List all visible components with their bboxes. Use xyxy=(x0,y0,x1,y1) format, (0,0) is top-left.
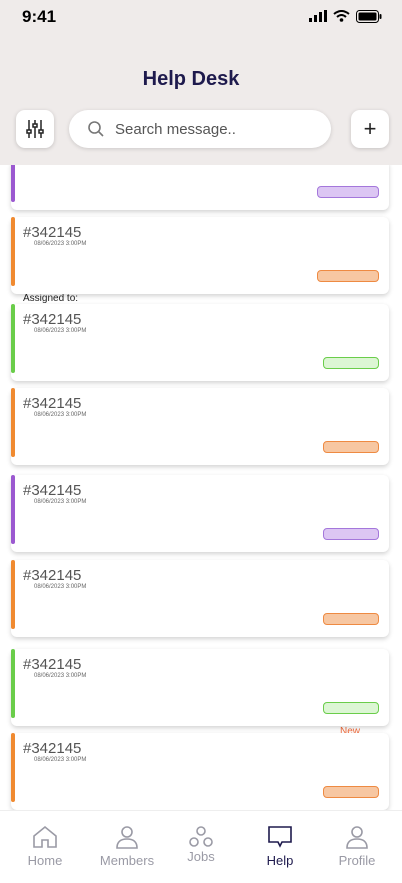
ticket-date: 08/06/2023 3:00PM xyxy=(34,673,87,679)
ticket-id: #342145 xyxy=(23,395,82,412)
ticket-list[interactable]: Assigned to: New #342145 08/06/2023 3:00… xyxy=(0,165,402,810)
nav-label: Members xyxy=(99,853,155,868)
user-icon xyxy=(116,826,138,849)
bottom-nav: Home Members Jobs Help Profile xyxy=(0,810,402,883)
ticket-card[interactable]: #342145 08/06/2023 3:00PM xyxy=(11,733,389,810)
nav-help[interactable]: Help xyxy=(242,825,318,868)
status-pill xyxy=(323,528,379,540)
add-button[interactable]: + xyxy=(351,110,389,148)
signal-icon xyxy=(309,10,327,22)
purple-accent xyxy=(11,475,15,544)
ticket-id: #342145 xyxy=(23,224,82,241)
nav-profile[interactable]: Profile xyxy=(319,825,395,868)
ticket-id: #342145 xyxy=(23,567,82,584)
ticket-date: 08/06/2023 3:00PM xyxy=(34,757,87,763)
home-icon xyxy=(33,825,57,848)
ticket-id: #342145 xyxy=(23,311,82,328)
status-pill xyxy=(323,357,379,369)
ticket-card[interactable] xyxy=(11,165,389,210)
search-icon xyxy=(88,121,104,137)
profile-icon xyxy=(346,826,368,849)
green-accent xyxy=(11,649,15,718)
filter-button[interactable] xyxy=(16,110,54,148)
ticket-date: 08/06/2023 3:00PM xyxy=(34,584,87,590)
ticket-id: #342145 xyxy=(23,482,82,499)
status-pill xyxy=(323,613,379,625)
purple-accent xyxy=(11,165,15,202)
ticket-date: 08/06/2023 3:00PM xyxy=(34,328,87,334)
status-pill xyxy=(317,186,379,198)
status-pill xyxy=(317,270,379,282)
wifi-icon xyxy=(333,10,350,22)
ticket-card[interactable]: #342145 08/06/2023 3:00PM xyxy=(11,304,389,381)
search-input[interactable] xyxy=(113,119,317,139)
green-accent xyxy=(11,304,15,373)
orange-accent xyxy=(11,733,15,802)
assigned-to-label: Assigned to: xyxy=(23,293,79,304)
ticket-date: 08/06/2023 3:00PM xyxy=(34,499,87,505)
status-pill xyxy=(323,702,379,714)
nav-members[interactable]: Members xyxy=(89,825,165,868)
status-pill xyxy=(323,441,379,453)
ticket-card[interactable]: #342145 08/06/2023 3:00PM xyxy=(11,560,389,637)
ticket-date: 08/06/2023 3:00PM xyxy=(34,241,87,247)
nav-label: Help xyxy=(266,853,294,868)
orange-accent xyxy=(11,560,15,629)
chat-icon xyxy=(268,826,292,848)
search-bar[interactable] xyxy=(69,110,331,148)
nav-label: Profile xyxy=(338,853,376,868)
ticket-card[interactable]: #342145 08/06/2023 3:00PM xyxy=(11,649,389,726)
ticket-card[interactable]: #342145 08/06/2023 3:00PM xyxy=(11,217,389,294)
nav-jobs[interactable]: Jobs xyxy=(163,825,239,864)
battery-icon xyxy=(356,9,382,23)
status-pill xyxy=(323,786,379,798)
nav-home[interactable]: Home xyxy=(7,825,83,868)
ticket-card[interactable]: #342145 08/06/2023 3:00PM xyxy=(11,388,389,465)
status-icons xyxy=(309,9,382,23)
nav-label: Home xyxy=(27,853,63,868)
sliders-icon xyxy=(26,120,44,138)
plus-icon: + xyxy=(363,116,377,141)
orange-accent xyxy=(11,217,15,286)
page-title: Help Desk xyxy=(142,68,240,90)
nav-label: Jobs xyxy=(187,849,215,864)
orange-accent xyxy=(11,388,15,457)
ticket-id: #342145 xyxy=(23,740,82,757)
ticket-id: #342145 xyxy=(23,656,82,673)
ticket-date: 08/06/2023 3:00PM xyxy=(34,412,87,418)
ticket-card[interactable]: #342145 08/06/2023 3:00PM xyxy=(11,475,389,552)
status-time: 9:41 xyxy=(22,7,57,26)
jobs-icon xyxy=(189,826,213,847)
